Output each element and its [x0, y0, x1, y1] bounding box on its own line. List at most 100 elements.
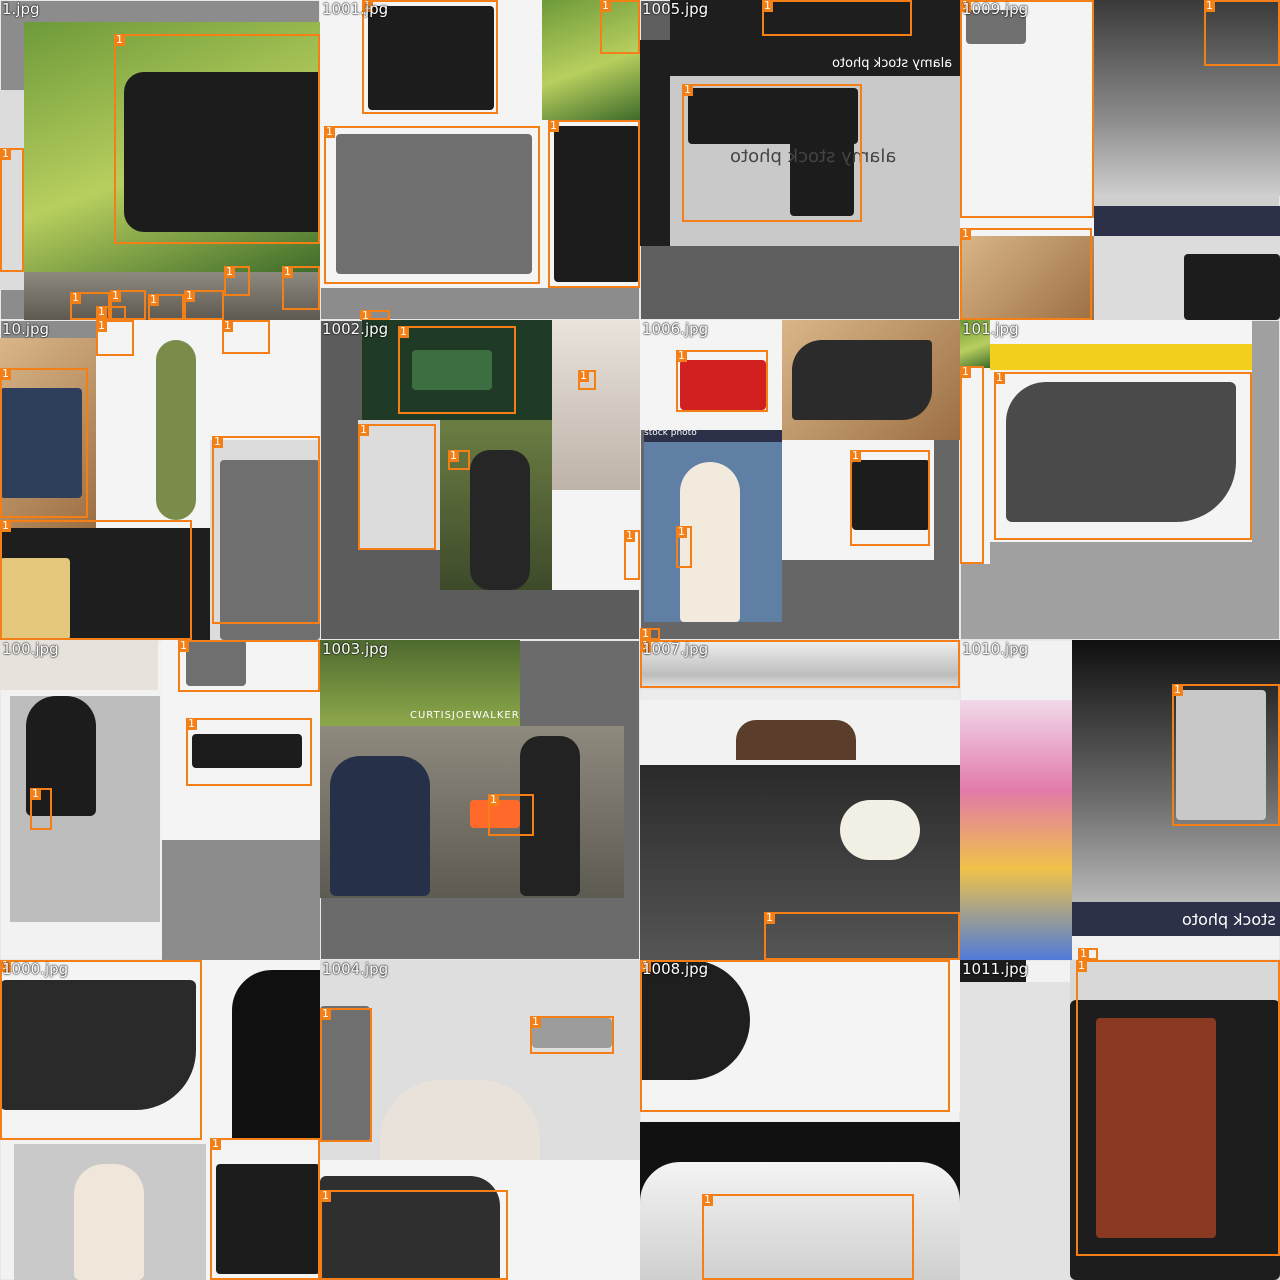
- detection-box: 1: [212, 436, 320, 624]
- tile-label: 1007.jpg: [642, 640, 709, 658]
- box-label: 1: [282, 265, 293, 278]
- photo-piece: [440, 420, 552, 590]
- tile-label: 10.jpg: [2, 320, 50, 338]
- box-label: 1: [324, 125, 335, 138]
- box-label: 1: [178, 640, 189, 652]
- detection-box: 1: [224, 266, 250, 296]
- photo-piece: [1094, 236, 1280, 320]
- detection-box: 1: [178, 640, 320, 692]
- box-label: 1: [186, 717, 197, 730]
- detection-box: 1: [0, 148, 24, 272]
- detection-box: 1: [30, 788, 52, 830]
- tile-label: 1011.jpg: [962, 960, 1029, 978]
- detection-box: 1: [682, 84, 862, 222]
- detection-box: 1: [282, 266, 320, 310]
- detection-box: 1: [994, 372, 1252, 540]
- detection-box: 1: [640, 960, 950, 1112]
- tile-label: 1008.jpg: [642, 960, 709, 978]
- tile-label: 1.jpg: [2, 0, 40, 18]
- box-label: 1: [624, 529, 635, 542]
- photo-piece: [1094, 206, 1280, 236]
- box-label: 1: [578, 369, 589, 382]
- photo-piece: [320, 726, 624, 898]
- detection-box: 1: [530, 1016, 614, 1054]
- detection-box: 1: [702, 1194, 914, 1280]
- box-label: 1: [960, 227, 971, 240]
- detection-box: 1: [184, 290, 224, 320]
- box-label: 1: [488, 793, 499, 806]
- watermark-text: CURTISJOEWALKER.COM: [410, 710, 520, 721]
- box-label: 1: [114, 33, 125, 46]
- box-label: 1: [530, 1015, 541, 1028]
- box-label: 1: [30, 787, 41, 800]
- box-label: 1: [320, 1007, 331, 1020]
- mosaic-tile: 10.jpg 1 1 1 1 1: [0, 320, 320, 640]
- detection-box: 1: [850, 450, 930, 546]
- box-label: 1: [96, 320, 107, 332]
- mosaic-tile: 1002.jpg 1 1 1 1 1: [320, 320, 640, 640]
- box-label: 1: [148, 293, 159, 306]
- detection-box: 1: [1204, 0, 1280, 66]
- detection-box: 1: [578, 370, 596, 390]
- box-label: 1: [358, 423, 369, 436]
- detection-box: 1: [0, 368, 88, 518]
- tile-label: 1009.jpg: [962, 0, 1029, 18]
- watermark-text: stock photo: [644, 430, 697, 438]
- box-label: 1: [70, 291, 81, 304]
- box-label: 1: [212, 435, 223, 448]
- detection-box: 1: [114, 34, 320, 244]
- photo-piece: [782, 320, 960, 440]
- tile-label: 1001.jpg: [322, 0, 389, 18]
- tile-label: 1003.jpg: [322, 640, 389, 658]
- detection-box: 1: [0, 960, 202, 1140]
- box-label: 1: [224, 265, 235, 278]
- tile-label: 1004.jpg: [322, 960, 389, 978]
- mosaic-tile: 1004.jpg 1 1 1: [320, 960, 640, 1280]
- tile-label: 1002.jpg: [322, 320, 389, 338]
- tile-label: 100.jpg: [2, 640, 59, 658]
- detection-box: 1: [960, 0, 1094, 218]
- photo-piece: [162, 840, 320, 960]
- box-label: 1: [548, 119, 559, 132]
- photo-piece: [640, 40, 670, 246]
- box-label: 1: [702, 1193, 713, 1206]
- photo-piece: [960, 700, 1072, 960]
- detection-box: 1: [222, 320, 270, 354]
- detection-box: 1: [624, 530, 640, 580]
- watermark-text: alamy stock photo: [831, 56, 952, 71]
- detection-box: 1: [320, 1190, 508, 1280]
- detection-box: 1: [186, 718, 312, 786]
- detection-box: 1: [1078, 948, 1098, 960]
- mosaic-tile: 1009.jpg 1 1 1: [960, 0, 1280, 320]
- mosaic-tile: CURTISJOEWALKER.COM 1003.jpg 1: [320, 640, 640, 960]
- watermark-text: stock photo: [1182, 910, 1276, 929]
- detection-box: 1: [96, 320, 134, 356]
- box-label: 1: [994, 371, 1005, 384]
- photo-piece: [960, 982, 1070, 1280]
- box-label: 1: [1076, 960, 1087, 972]
- box-label: 1: [676, 525, 687, 538]
- detection-box: 1: [600, 0, 640, 54]
- detection-box: 1: [324, 126, 540, 284]
- box-label: 1: [110, 289, 121, 302]
- mosaic-tile: 1.jpg 1 1 1 1 1 1 1 1 1: [0, 0, 320, 320]
- box-label: 1: [320, 1189, 331, 1202]
- box-label: 1: [0, 519, 11, 532]
- mosaic-tile: stock photo 1010.jpg 1 1: [960, 640, 1280, 960]
- detection-box: 1: [210, 1138, 320, 1280]
- box-label: 1: [850, 449, 861, 462]
- detection-box: 1: [488, 794, 534, 836]
- box-label: 1: [360, 309, 371, 320]
- box-label: 1: [222, 320, 233, 332]
- detection-box: 1: [1076, 960, 1280, 1256]
- box-label: 1: [600, 0, 611, 12]
- detection-box: 1: [676, 350, 768, 412]
- mosaic-grid: 1.jpg 1 1 1 1 1 1 1 1 1 1001.jpg 1 1 1 1…: [0, 0, 1280, 1280]
- box-label: 1: [0, 367, 11, 380]
- box-label: 1: [96, 305, 107, 318]
- mosaic-tile: alamy stock photo alamy stock photo 1005…: [640, 0, 960, 320]
- tile-label: 101.jpg: [962, 320, 1019, 338]
- box-label: 1: [1172, 683, 1183, 696]
- detection-box: 1: [764, 912, 960, 960]
- box-label: 1: [1204, 0, 1215, 12]
